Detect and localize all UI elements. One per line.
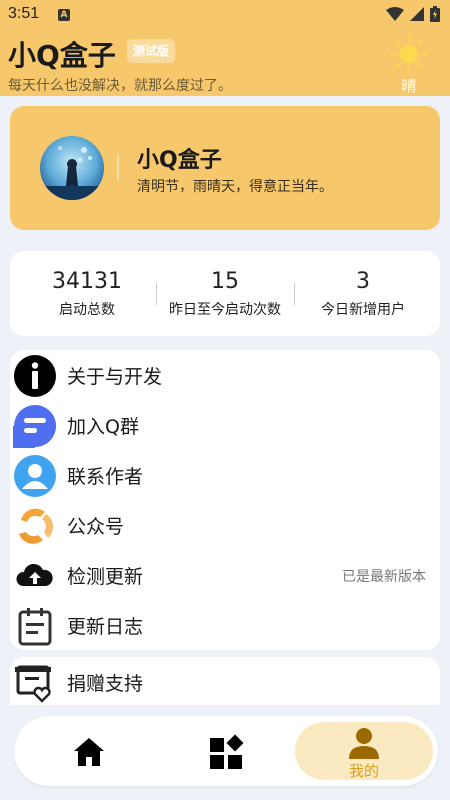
home-icon [74,738,104,766]
profile-motto: 清明节，雨晴天，得意正当年。 [137,179,333,195]
nav-apps[interactable] [158,722,296,780]
battery-icon [430,6,440,22]
divider [117,154,119,180]
wifi-icon [386,7,404,21]
menu-label: 关于与开发 [67,366,163,388]
nav-mine[interactable]: 我的 [295,722,433,780]
avatar[interactable] [40,136,104,200]
stat-label: 今日新增用户 [321,302,405,318]
signal-icon [410,7,424,21]
stat-launches-since-yesterday: 15 昨日至今启动次数 [160,267,290,323]
menu-item-contact-author[interactable]: 联系作者 [10,450,440,500]
menu-item-about[interactable]: 关于与开发 [10,350,440,400]
menu-item-donate[interactable]: 捐赠支持 [10,657,440,707]
profile-card[interactable]: 小Q盒子 清明节，雨晴天，得意正当年。 [10,106,440,230]
cloud-upload-icon [16,563,53,586]
menu-label: 公众号 [67,516,125,538]
official-account-icon [19,508,54,544]
header: 3:51 A 小Q盒子 测试版 每天什么也没解决，就那么度过了。 晴 [0,0,450,96]
stat-label: 启动总数 [59,302,115,318]
stat-total-launches: 34131 启动总数 [22,267,152,323]
version-badge: 测试版 [127,39,176,63]
stat-divider [156,283,157,305]
menu-item-check-update[interactable]: 检测更新 已是最新版本 [10,550,440,600]
menu-label: 联系作者 [67,466,144,488]
weather-widget[interactable]: 晴 [388,34,430,95]
clipboard-icon [18,608,52,646]
stat-new-users-today: 3 今日新增用户 [298,267,428,323]
menu-list: 关于与开发 加入Q群 联系作者 公众号 检测更新 已是最新版本 更新日志 [10,350,440,650]
menu-item-changelog[interactable]: 更新日志 [10,600,440,650]
donate-icon [15,665,51,703]
chat-group-icon [13,405,56,448]
menu-label: 加入Q群 [67,416,139,438]
sun-icon [389,34,429,74]
avatar-image [40,136,104,200]
status-bar: 3:51 A [0,0,450,30]
bottom-nav: 我的 [14,716,438,786]
user-icon [349,728,379,759]
stats-card: 34131 启动总数 15 昨日至今启动次数 3 今日新增用户 [10,251,440,336]
update-status: 已是最新版本 [342,569,426,585]
menu-label: 检测更新 [67,566,144,588]
info-icon [14,355,56,397]
stat-value: 15 [211,269,239,294]
menu-item-join-group[interactable]: 加入Q群 [10,400,440,450]
nav-home[interactable] [20,722,158,780]
menu-list-secondary: 捐赠支持 [10,657,440,705]
app-subtitle: 每天什么也没解决，就那么度过了。 [8,78,232,94]
stat-label: 昨日至今启动次数 [169,302,281,318]
menu-item-official-account[interactable]: 公众号 [10,500,440,550]
status-time: 3:51 [8,5,40,22]
apps-icon [210,734,244,769]
profile-name: 小Q盒子 [137,148,222,173]
app-title: 小Q盒子 [8,39,116,72]
menu-label: 捐赠支持 [67,673,144,695]
nav-label: 我的 [348,762,379,780]
status-indicator: A [58,9,70,21]
stat-value: 34131 [52,269,122,294]
stat-divider [294,283,295,305]
weather-label: 晴 [401,77,417,95]
stat-value: 3 [356,269,370,294]
menu-label: 更新日志 [67,616,144,638]
person-icon [14,455,56,497]
